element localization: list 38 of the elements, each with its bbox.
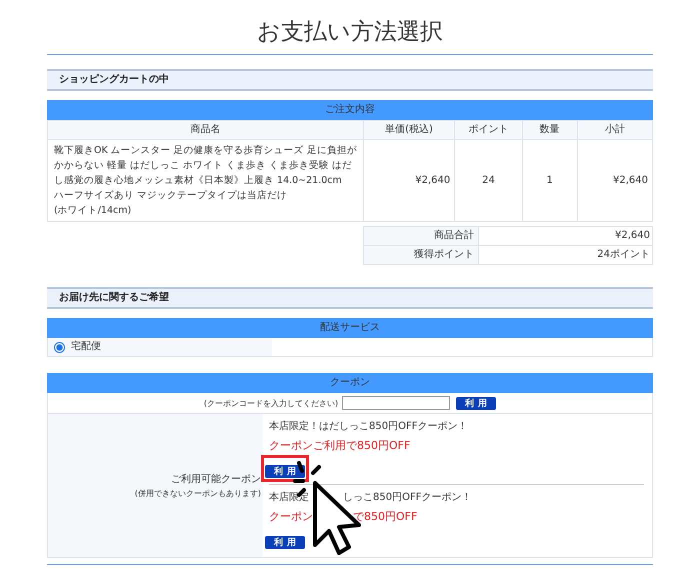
product-name-line: 靴下履きOK ムーンスター 足の健康を守る歩育シューズ 足に負担が	[54, 144, 357, 158]
total-label: 獲得ポイント	[364, 246, 478, 264]
use-coupon-button[interactable]: 利用	[265, 536, 305, 549]
product-name-line: (ホワイト/14cm)	[54, 204, 132, 218]
table-title-bar: クーポン	[47, 373, 653, 393]
coupon-note: (併用できないクーポンもあります)	[134, 488, 261, 499]
coupon-offer: で850円OFF	[353, 510, 418, 524]
points-cell: 24	[454, 140, 522, 222]
column-header: ポイント	[454, 120, 522, 140]
price-cell: ¥2,640	[363, 140, 455, 222]
apply-button[interactable]: 利用	[456, 396, 496, 410]
total-value: ¥2,640	[478, 226, 652, 246]
quantity-cell: 1	[522, 140, 578, 222]
product-name-line: し感覚の履き心地メッシュ素材《日本製》上履き 14.0~21.0cm	[54, 174, 342, 188]
coupon-title: しっこ850円OFFクーポン！	[343, 491, 472, 505]
total-label: 商品合計	[364, 226, 478, 246]
table-title-bar: 配送サービス	[47, 318, 653, 338]
column-header: 小計	[577, 120, 652, 140]
table-title-bar: ご注文内容	[47, 100, 653, 120]
subtotal-cell: ¥2,640	[577, 140, 652, 222]
column-header: 商品名	[48, 120, 364, 140]
product-name-line: ハーフサイズあり マジックテープタイプは当店だけ	[54, 189, 288, 203]
coupon-title: 本店限定！はだしっこ850円OFFクーポン！	[269, 420, 468, 434]
coupon-code-field[interactable]	[342, 396, 450, 410]
page-title: お支払い方法選択	[257, 18, 443, 46]
radio-button[interactable]	[54, 342, 65, 352]
available-coupons-label: ご利用可能クーポン	[171, 472, 261, 486]
use-coupon-button[interactable]: 利用	[265, 465, 305, 478]
section-heading: ショッピングカートの中	[47, 69, 653, 91]
coupon-code-label: (クーポンコードを入力してください)	[204, 398, 338, 408]
column-header: 数量	[522, 120, 578, 140]
product-name-line: かからない 軽量 はだしっこ ホワイト くま歩き くま歩き受験 はだ	[54, 159, 352, 173]
column-header: 単価(税込)	[363, 120, 455, 140]
coupon-offer: クーポン	[269, 510, 313, 524]
coupon-offer: クーポンご利用で850円OFF	[269, 439, 410, 453]
radio-label: 宅配便	[71, 340, 101, 354]
section-heading: お届け先に関するご希望	[47, 287, 653, 309]
total-value: 24ポイント	[478, 246, 652, 264]
